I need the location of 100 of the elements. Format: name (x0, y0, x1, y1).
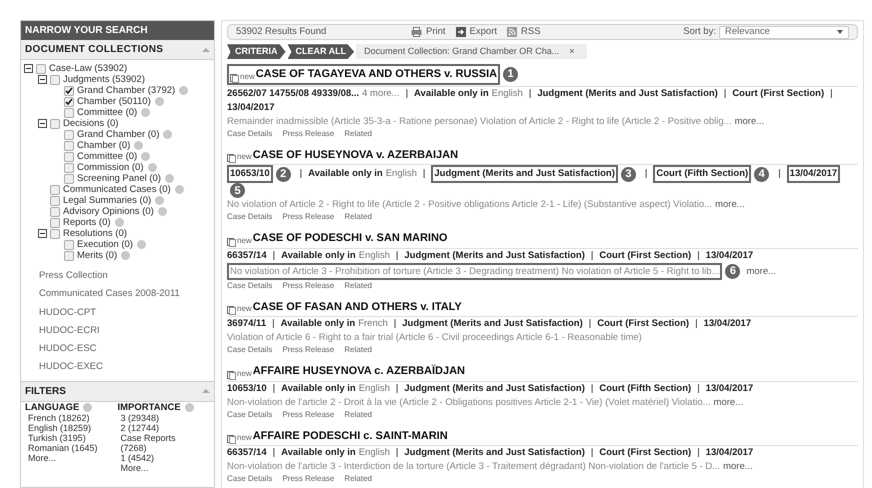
callout-number: 2 (276, 166, 291, 182)
filter-option[interactable]: 3 (29348) (118, 412, 198, 422)
availability-label: Available only in (281, 248, 356, 263)
result-link[interactable]: Press Release (282, 344, 334, 356)
filter-option[interactable]: Romanian (1645) (25, 442, 105, 452)
tree-item-label[interactable]: Advisory Opinions (0) (63, 206, 154, 217)
remove-criteria-button[interactable]: × (569, 45, 575, 58)
more-link[interactable]: more... (734, 114, 764, 128)
tree-item-label[interactable]: Grand Chamber (3792) (77, 85, 176, 96)
result-link[interactable]: Press Release (282, 211, 334, 222)
case-title-link[interactable]: CASE OF FASAN AND OTHERS v. ITALY (252, 298, 462, 316)
filter-option[interactable]: English (18259) (25, 422, 105, 432)
callout-number: 3 (620, 166, 636, 182)
result-link[interactable]: Related (344, 408, 372, 420)
tree-item-label[interactable]: Chamber (50110) (77, 96, 151, 107)
judgment-date: 13/04/2017 (706, 382, 754, 396)
more-link[interactable]: More... (25, 452, 118, 462)
tree-item-label[interactable]: Grand Chamber (0) (77, 129, 160, 140)
more-link[interactable]: more... (714, 396, 744, 409)
result-link[interactable]: Case Details (227, 344, 272, 356)
result-link[interactable]: Case Details (227, 128, 272, 139)
filter-option[interactable]: Case Reports (7268) (118, 432, 198, 452)
court-section: Court (First Section) (599, 248, 692, 263)
separator: | (697, 446, 700, 460)
collection-link[interactable]: HUDOC-ESC (39, 342, 196, 356)
result-link[interactable]: Case Details (227, 280, 272, 291)
result-link[interactable]: Press Release (282, 280, 334, 291)
case-title-link[interactable]: CASE OF TAGAYEVA AND OTHERS v. RUSSIA (256, 66, 498, 83)
result-link[interactable]: Related (344, 128, 372, 139)
result-link[interactable]: Related (344, 473, 372, 484)
language-text: French (358, 317, 388, 332)
criteria-crumb[interactable]: CLEAR ALL (288, 44, 354, 60)
case-summary: Remainder inadmissible (Article 35-3-a - Ratione personae) Violation of Article 2 - Right to life (Article 2 - Positive oblig... (227, 114, 732, 128)
case-title-link[interactable]: AFFAIRE PODESCHI c. SAINT-MARIN (252, 428, 448, 444)
separator: | (590, 446, 594, 460)
more-link[interactable]: more... (723, 460, 753, 474)
more-link[interactable]: more... (746, 264, 776, 278)
result-link[interactable]: Related (344, 280, 372, 291)
filter-option[interactable]: 2 (12744) (118, 422, 198, 432)
result-link[interactable]: Case Details (227, 473, 272, 484)
case-summary: No violation of Article 2 - Right to life (Article 2 - Positive obligations Article 2-1 - Life) (Substantive aspect) Violatio... (227, 198, 712, 212)
tree-item-label[interactable]: Merits (0) (77, 250, 118, 261)
result-link[interactable]: Press Release (282, 473, 334, 484)
case-title-link[interactable]: CASE OF PODESCHI v. SAN MARINO (252, 230, 448, 247)
availability-label: Available only in (281, 446, 356, 460)
tree-item-label[interactable]: Decisions (0) (63, 118, 118, 129)
separator: | (396, 248, 398, 263)
tree-item-label[interactable]: Committee (0) (77, 107, 138, 118)
tree-item-label[interactable]: Communicated Cases (0) (63, 184, 171, 195)
tree-item-label[interactable]: Committee (0) (77, 151, 138, 162)
tree-item-label[interactable]: Screening Panel (0) (77, 173, 161, 184)
section-header[interactable]: DOCUMENT COLLECTIONS (21, 40, 214, 60)
result-link[interactable]: Case Details (227, 408, 272, 420)
result-link[interactable]: Related (344, 344, 372, 356)
separator: | (528, 86, 532, 101)
filter-option[interactable]: French (18262) (25, 412, 105, 422)
judgment-date: 13/04/2017 (704, 317, 752, 332)
judgment-date: 13/04/2017 (227, 100, 275, 115)
result-link[interactable]: Case Details (227, 211, 272, 222)
collection-link[interactable]: Communicated Cases 2008-2011 (39, 287, 196, 302)
more-applications-link[interactable]: 4 more... (362, 86, 400, 101)
tree-item-label[interactable]: Judgments (53902) (63, 74, 145, 85)
new-label: new (237, 234, 252, 247)
result-link[interactable]: Press Release (282, 408, 334, 420)
tree-item-label[interactable]: Case-Law (53902) (49, 63, 128, 74)
new-label: new (240, 70, 255, 83)
sort-select[interactable]: Relevance (719, 26, 849, 39)
toolbar-action[interactable]: Export (456, 25, 498, 40)
criteria-crumb[interactable]: CRITERIA (227, 44, 286, 60)
separator: | (396, 382, 398, 396)
collection-link[interactable]: HUDOC-CPT (39, 306, 196, 320)
judgment-type: Judgment (Merits and Just Satisfaction) (404, 446, 585, 460)
separator: | (300, 167, 302, 182)
case-title-link[interactable]: AFFAIRE HUSEYNOVA c. AZERBAÏDJAN (252, 363, 465, 380)
tree-item-label[interactable]: Legal Summaries (0) (63, 195, 152, 206)
tree-item-label[interactable]: Resolutions (0) (63, 228, 127, 239)
case-title-link[interactable]: CASE OF HUSEYNOVA v. AZERBAIJAN (252, 146, 458, 164)
tree-item-label[interactable]: Commission (0) (77, 162, 144, 173)
new-label: new (237, 368, 252, 380)
more-link[interactable]: more... (715, 198, 745, 212)
filter-option[interactable]: Turkish (3195) (25, 432, 105, 442)
more-link[interactable]: More... (118, 462, 210, 472)
filter-option[interactable]: 1 (4542) (118, 452, 198, 462)
separator: | (697, 248, 700, 263)
tree-item-label[interactable]: Chamber (0) (77, 140, 130, 151)
court-section: Court (First Section) (597, 317, 690, 332)
tree-item-label[interactable]: Execution (0) (77, 239, 133, 250)
language-text: English (358, 248, 390, 263)
result-link[interactable]: Related (344, 211, 372, 222)
tree-item-label[interactable]: Reports (0) (63, 217, 111, 228)
result-link[interactable]: Press Release (282, 128, 334, 139)
section-header[interactable]: FILTERS (21, 380, 214, 402)
judgment-date: 13/04/2017 (786, 165, 840, 184)
collection-link[interactable]: HUDOC-ECRI (39, 324, 196, 338)
toolbar-action[interactable]: RSS (507, 25, 541, 40)
toolbar-action[interactable]: Print (411, 25, 446, 40)
language-text: English (358, 382, 390, 396)
collection-link[interactable]: HUDOC-EXEC (39, 360, 196, 374)
court-section: Court (Fifth Section) (599, 382, 692, 396)
collection-link[interactable]: Press Collection (39, 269, 196, 284)
